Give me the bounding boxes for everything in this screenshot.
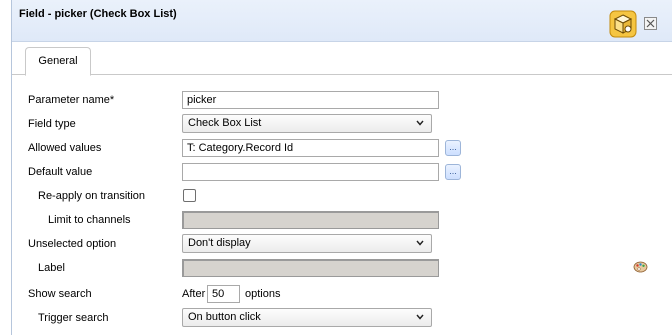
dialog-title: Field - picker (Check Box List)	[19, 8, 177, 20]
show-search-count-input[interactable]: 50	[207, 285, 240, 303]
reapply-label: Re-apply on transition	[38, 190, 146, 202]
allowed-values-row: Allowed values T: Category.Record Id ...	[12, 137, 672, 159]
field-dialog: Field - picker (Check Box List) General …	[11, 0, 672, 335]
allowed-values-label: Allowed values	[28, 142, 102, 154]
package-cube-icon	[609, 10, 637, 38]
reapply-row: Re-apply on transition	[12, 185, 672, 207]
unselected-option-row: Unselected option Don't display	[12, 233, 672, 255]
trigger-search-label: Trigger search	[38, 312, 109, 324]
limit-channels-input	[182, 211, 439, 229]
trigger-search-row: Trigger search On button click	[12, 307, 672, 329]
parameter-name-label: Parameter name*	[28, 94, 115, 106]
chevron-down-icon	[416, 120, 424, 126]
label-row: Label	[12, 257, 672, 279]
allowed-values-browse-button[interactable]: ...	[445, 140, 461, 156]
show-search-prefix: After	[182, 288, 206, 300]
field-type-select[interactable]: Check Box List	[182, 114, 432, 133]
show-search-row: Show search After 50 options	[12, 283, 672, 305]
default-value-browse-button[interactable]: ...	[445, 164, 461, 180]
dialog-titlebar: Field - picker (Check Box List)	[12, 0, 672, 42]
chevron-down-icon	[416, 314, 424, 320]
field-type-label: Field type	[28, 118, 76, 130]
parameter-name-input[interactable]: picker	[182, 91, 439, 109]
trigger-search-value: On button click	[188, 311, 261, 323]
default-value-label: Default value	[28, 166, 93, 178]
show-search-label: Show search	[28, 288, 92, 300]
default-value-input[interactable]	[182, 163, 439, 181]
label-label: Label	[38, 262, 65, 274]
limit-channels-label: Limit to channels	[48, 214, 131, 226]
allowed-values-input[interactable]: T: Category.Record Id	[182, 139, 439, 157]
default-value-row: Default value ...	[12, 161, 672, 183]
unselected-option-select[interactable]: Don't display	[182, 234, 432, 253]
show-search-suffix: options	[245, 288, 281, 300]
close-icon[interactable]	[644, 17, 657, 30]
field-type-value: Check Box List	[188, 117, 262, 129]
chevron-down-icon	[416, 240, 424, 246]
parameter-name-row: Parameter name* picker	[12, 89, 672, 111]
tab-strip: General	[12, 42, 672, 76]
palette-icon[interactable]	[633, 259, 648, 274]
limit-channels-row: Limit to channels	[12, 209, 672, 231]
unselected-option-value: Don't display	[188, 237, 251, 249]
label-input	[182, 259, 439, 277]
field-type-row: Field type Check Box List	[12, 113, 672, 135]
tab-general[interactable]: General	[25, 47, 91, 76]
trigger-search-select[interactable]: On button click	[182, 308, 432, 327]
reapply-checkbox[interactable]	[183, 189, 196, 202]
unselected-option-label: Unselected option	[28, 238, 117, 250]
